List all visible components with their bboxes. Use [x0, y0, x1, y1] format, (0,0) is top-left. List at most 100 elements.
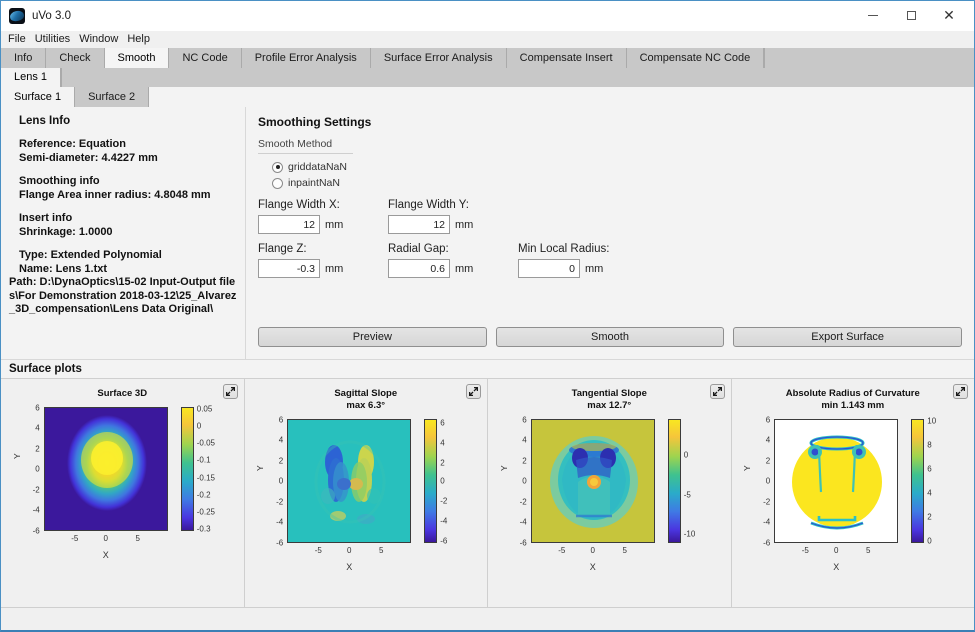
plot-3-xtick: 0: [591, 546, 595, 555]
status-bar: [1, 608, 974, 630]
flange-area-inner-radius-line: Flange Area inner radius: 4.8048 mm: [19, 189, 239, 203]
surface-plots-section: Surface plots Surface 3D Y 6: [1, 359, 974, 630]
flange-width-x-unit: mm: [325, 219, 343, 231]
plot-1-cbtick: -0.15: [197, 474, 215, 483]
tab-compensate-insert[interactable]: Compensate Insert: [507, 48, 627, 68]
plot-surface-3d: Surface 3D Y 6 4 2 0 -2 -4 -6: [1, 379, 245, 607]
tab-profile-error-analysis[interactable]: Profile Error Analysis: [242, 48, 371, 68]
plot-1-title: Surface 3D: [1, 379, 244, 400]
app-window: uVo 3.0 ✕ File Utilities Window Help Inf…: [0, 0, 975, 632]
plot-3-ytick: 4: [508, 436, 527, 445]
menu-file[interactable]: File: [8, 31, 32, 48]
plot-2-cbtick: 6: [440, 419, 444, 428]
plot-4-cbtick: 10: [927, 417, 936, 426]
tab-nc-code[interactable]: NC Code: [169, 48, 241, 68]
plot-1-ytick: -2: [21, 486, 40, 495]
action-buttons: Preview Smooth Export Surface: [258, 327, 962, 347]
flange-z-input[interactable]: [258, 259, 320, 278]
plot-1-ytick: 0: [21, 465, 40, 474]
smooth-button[interactable]: Smooth: [496, 327, 725, 347]
semi-diameter-line: Semi-diameter: 4.4227 mm: [19, 152, 239, 166]
tab-check[interactable]: Check: [46, 48, 104, 68]
flange-z-label: Flange Z:: [258, 243, 388, 255]
smoothing-info-heading: Smoothing info: [19, 175, 239, 189]
expand-icon[interactable]: [466, 384, 481, 399]
menu-utilities[interactable]: Utilities: [35, 31, 76, 48]
flange-width-y-input[interactable]: [388, 215, 450, 234]
export-surface-button[interactable]: Export Surface: [733, 327, 962, 347]
plot-2-ytick: -4: [264, 518, 283, 527]
tab-surface-2[interactable]: Surface 2: [75, 87, 149, 107]
plot-2-ytick: -2: [264, 498, 283, 507]
flange-width-x-label: Flange Width X:: [258, 199, 388, 211]
plot-1-area: Y 6 4 2 0 -2 -4 -6: [15, 403, 230, 578]
surface-tab-filler: [149, 87, 974, 107]
menu-help[interactable]: Help: [127, 31, 156, 48]
flange-z-unit: mm: [325, 263, 343, 275]
plot-1-ytick: 4: [21, 424, 40, 433]
lens-tab-bar: Lens 1: [1, 68, 974, 87]
plot-1-axes: [44, 407, 168, 531]
radio-inpaintnan-label: inpaintNaN: [288, 177, 340, 189]
menu-window[interactable]: Window: [79, 31, 124, 48]
plot-3-ytick: -2: [508, 498, 527, 507]
plot-3-xlabel: X: [531, 562, 655, 572]
close-button[interactable]: ✕: [930, 1, 968, 31]
plot-4-area: Y 6 4 2 0 -2 -4 -6: [745, 415, 960, 590]
expand-icon[interactable]: [223, 384, 238, 399]
plot-2-cbtick: -6: [440, 537, 447, 546]
type-line: Type: Extended Polynomial: [9, 249, 239, 263]
plot-tangential-slope: Tangential Slope max 12.7° Y 6 4 2 0 -2 …: [488, 379, 732, 607]
plot-4-title: Absolute Radius of Curvature: [732, 379, 975, 400]
radio-inpaintnan[interactable]: inpaintNaN: [272, 177, 962, 189]
plot-3-ylabel: Y: [499, 465, 509, 471]
tab-compensate-nc-code[interactable]: Compensate NC Code: [627, 48, 765, 68]
radial-gap-input[interactable]: [388, 259, 450, 278]
plot-3-cbtick: 0: [684, 451, 688, 460]
smoothing-settings-heading: Smoothing Settings: [258, 115, 962, 129]
field-min-local-radius: Min Local Radius: mm: [518, 243, 648, 278]
radio-griddatanan-indicator[interactable]: [272, 162, 283, 173]
expand-icon[interactable]: [953, 384, 968, 399]
radio-inpaintnan-indicator[interactable]: [272, 178, 283, 189]
plot-4-xtick: 5: [866, 546, 870, 555]
min-local-radius-input[interactable]: [518, 259, 580, 278]
surface-tab-bar: Surface 1 Surface 2: [1, 87, 974, 107]
preview-button[interactable]: Preview: [258, 327, 487, 347]
tab-surface-error-analysis[interactable]: Surface Error Analysis: [371, 48, 507, 68]
radio-griddatanan-label: griddataNaN: [288, 161, 347, 173]
minimize-button[interactable]: [854, 1, 892, 31]
plot-2-ytick: 6: [264, 416, 283, 425]
plot-4-ytick: 0: [751, 477, 770, 486]
body-area: Lens Info Reference: Equation Semi-diame…: [1, 107, 974, 630]
flange-width-x-input[interactable]: [258, 215, 320, 234]
maximize-button[interactable]: [892, 1, 930, 31]
plot-2-area: Y 6 4 2 0 -2 -4 -6: [258, 415, 473, 590]
plot-1-cbtick: -0.25: [197, 508, 215, 517]
tab-info[interactable]: Info: [1, 48, 46, 68]
plot-2-ytick: 0: [264, 477, 283, 486]
plot-2-cbtick: 0: [440, 477, 444, 486]
plot-2-cbtick: -4: [440, 517, 447, 526]
plot-4-ytick: -6: [751, 539, 770, 548]
expand-icon[interactable]: [710, 384, 725, 399]
tab-surface-1[interactable]: Surface 1: [1, 87, 75, 107]
insert-info-block: Insert info Shrinkage: 1.0000: [9, 212, 239, 239]
plot-1-xtick: -5: [71, 534, 78, 543]
plot-3-ytick: -6: [508, 539, 527, 548]
plot-3-ytick: 6: [508, 416, 527, 425]
plot-3-ytick: -4: [508, 518, 527, 527]
plot-2-ytick: -6: [264, 539, 283, 548]
plot-3-subtitle: max 12.7°: [488, 400, 731, 412]
window-controls: ✕: [854, 1, 974, 31]
tab-smooth[interactable]: Smooth: [105, 48, 170, 68]
plot-1-cbtick: 0.05: [197, 405, 213, 414]
tab-lens-1[interactable]: Lens 1: [1, 68, 61, 87]
radial-gap-unit: mm: [455, 263, 473, 275]
minimize-icon: [868, 15, 878, 16]
radio-griddatanan[interactable]: griddataNaN: [272, 161, 962, 173]
field-row-2: Flange Z: mm Radial Gap: mm: [258, 243, 962, 278]
plot-3-area: Y 6 4 2 0 -2 -4 -6: [502, 415, 717, 590]
plot-3-axes: [531, 419, 655, 543]
plot-1-xtick: 0: [104, 534, 108, 543]
